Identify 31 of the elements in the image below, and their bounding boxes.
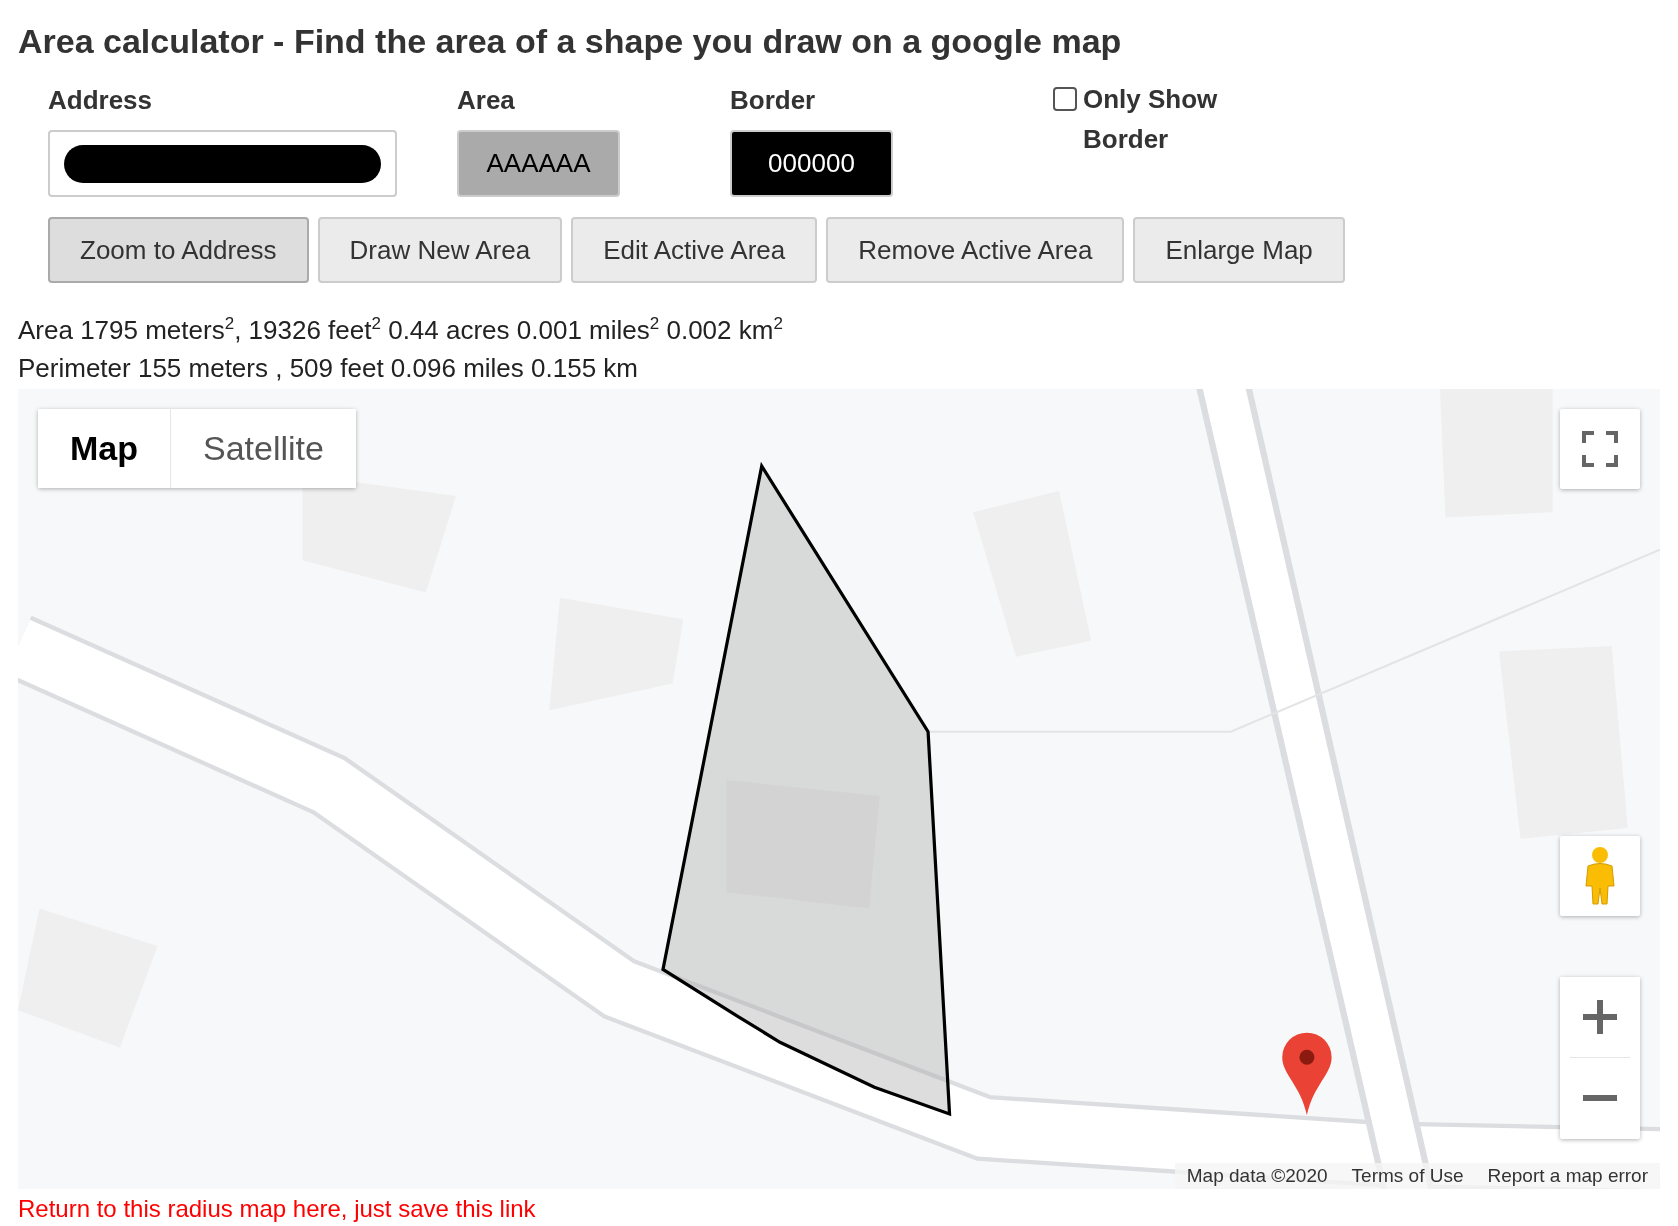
- map-type-tab[interactable]: Map: [38, 408, 170, 488]
- plus-icon: [1583, 999, 1617, 1034]
- action-button[interactable]: Edit Active Area: [571, 217, 818, 283]
- color-label: Area: [457, 85, 516, 116]
- action-button[interactable]: Draw New Area: [317, 217, 563, 283]
- map-type-tab[interactable]: Satellite: [170, 408, 356, 488]
- fullscreen-button[interactable]: [1560, 408, 1640, 489]
- minus-icon: [1583, 1094, 1617, 1101]
- zoom-out-button[interactable]: [1560, 1057, 1640, 1138]
- zoom-in-button[interactable]: [1560, 976, 1640, 1057]
- address-field[interactable]: [48, 130, 397, 197]
- color-field[interactable]: AAAAAA: [457, 130, 620, 197]
- perimeter-result: Perimeter 155 meters , 509 feet 0.096 miles 0.155 km: [18, 351, 639, 385]
- action-button[interactable]: Enlarge Map: [1133, 217, 1345, 283]
- page-title: Area calculator - Find the area of a shape you draw on a google map: [18, 22, 1123, 61]
- fullscreen-icon: [1582, 430, 1618, 467]
- drawn-area-polygon[interactable]: [661, 461, 952, 1117]
- area-result: Area 1795 meters$^{2}$, 19326 feet$^{2}$ 0.44 acres 0.001 miles$^{2}$ 0.002 km$^{2}$: [18, 313, 784, 347]
- action-button[interactable]: Remove Active Area: [826, 217, 1125, 283]
- color-field[interactable]: 000000: [730, 130, 893, 197]
- address-label: Address: [48, 85, 154, 116]
- color-label: Border: [730, 85, 817, 116]
- report-error-link[interactable]: Report a map error: [1475, 1162, 1660, 1189]
- terms-link[interactable]: Terms of Use: [1339, 1162, 1476, 1189]
- map-pin-icon[interactable]: [1282, 1032, 1332, 1115]
- person-figure-icon: [1583, 845, 1617, 906]
- action-button[interactable]: Zoom to Address: [48, 217, 309, 283]
- checkbox[interactable]: [1053, 87, 1077, 111]
- map-data-credit: Map data ©2020: [1185, 1163, 1329, 1188]
- return-link[interactable]: Return to this radius map here, just save this link: [18, 1194, 536, 1223]
- checkbox-label: Only Show Border: [1083, 83, 1219, 156]
